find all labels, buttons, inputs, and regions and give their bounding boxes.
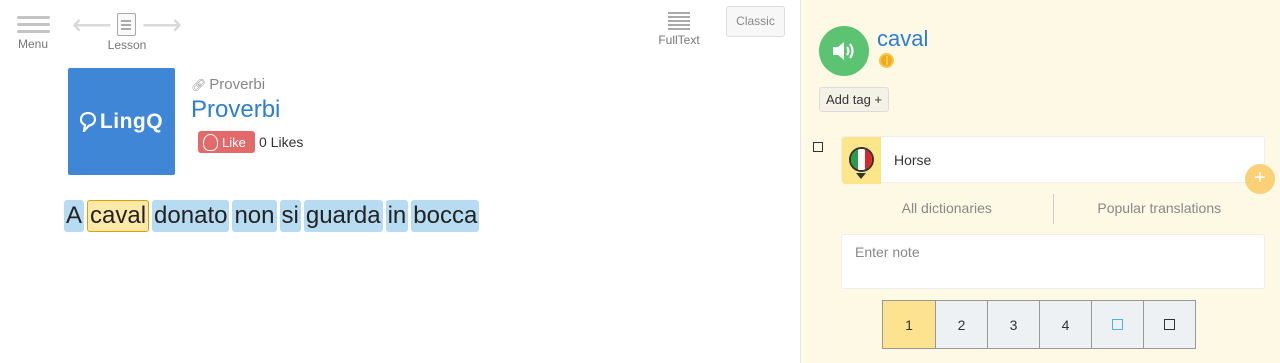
hint-row[interactable]: Horse [841, 136, 1265, 184]
lesson-logo: LingQ [68, 68, 175, 175]
next-lesson-arrow-icon[interactable]: ⟶ [142, 11, 182, 39]
ignore-square-icon [1164, 319, 1175, 330]
add-hint-button[interactable]: + [1245, 164, 1275, 194]
word[interactable]: A [64, 200, 85, 232]
logo-wordmark: LingQ [99, 109, 164, 133]
dictionary-tabs: All dictionaries Popular translations [841, 194, 1265, 224]
word[interactable]: in [385, 200, 409, 232]
hint-text: Horse [894, 152, 932, 168]
lesson-label: Lesson [107, 38, 147, 52]
fulltext-label: FullText [658, 33, 700, 47]
status-ignore-button[interactable] [1143, 301, 1195, 348]
menu-label: Menu [17, 37, 49, 51]
status-3-button[interactable]: 3 [987, 301, 1039, 348]
text-lines-icon [668, 12, 690, 30]
term-panel: caval Add tag + Horse + All dictionaries… [801, 0, 1280, 363]
rose-icon [203, 133, 218, 151]
fulltext-button[interactable]: FullText [655, 12, 703, 47]
word[interactable]: bocca [411, 200, 480, 232]
add-tag-button[interactable]: Add tag + [819, 87, 890, 112]
like-button[interactable]: Like [198, 131, 255, 153]
word[interactable]: donato [152, 200, 230, 232]
hint-checkbox[interactable] [813, 142, 823, 152]
lingq-logo-icon [79, 111, 96, 132]
word-active[interactable]: caval [87, 200, 150, 232]
word[interactable]: non [232, 200, 277, 232]
status-2-button[interactable]: 2 [935, 301, 987, 348]
hamburger-icon [16, 16, 50, 33]
document-icon[interactable] [117, 13, 136, 36]
lesson-title: Proverbi [191, 96, 281, 123]
chevron-down-icon [856, 173, 866, 179]
word[interactable]: guarda [303, 200, 383, 232]
speaker-icon [833, 42, 854, 60]
like-row: Like 0 Likes [198, 131, 303, 153]
term-word: caval [877, 26, 929, 51]
lesson-sentence: A caval donato non si guarda in bocca [64, 200, 480, 232]
likes-count: 0 Likes [259, 134, 304, 150]
plus-icon: + [1254, 167, 1266, 189]
course-link[interactable]: 🔗︎ Proverbi [191, 76, 265, 93]
status-4-button[interactable]: 4 [1039, 301, 1091, 348]
word[interactable]: si [279, 200, 301, 232]
status-1-button[interactable]: 1 [883, 301, 935, 348]
menu-button[interactable]: Menu [16, 16, 50, 51]
previous-lesson-arrow-icon[interactable]: ⟵ [72, 11, 112, 39]
status-known-button[interactable] [1091, 301, 1143, 348]
tab-popular-translations[interactable]: Popular translations [1054, 194, 1266, 224]
note-input[interactable] [855, 244, 1251, 260]
language-flag-cell[interactable] [842, 137, 881, 184]
italy-flag-icon [849, 147, 874, 172]
course-name: Proverbi [209, 76, 266, 93]
tab-all-dictionaries[interactable]: All dictionaries [841, 194, 1053, 224]
play-audio-button[interactable] [819, 26, 869, 76]
classic-mode-button[interactable]: Classic [726, 6, 785, 37]
coin-icon [879, 53, 894, 68]
lesson-navigation: ⟵ ⟶ Lesson [72, 11, 182, 56]
lesson-reader-panel: Menu ⟵ ⟶ Lesson FullText Classic LingQ 🔗… [0, 0, 801, 363]
like-label: Like [222, 134, 246, 150]
status-selector: 1 2 3 4 [882, 300, 1196, 349]
link-icon: 🔗︎ [191, 78, 207, 92]
note-field[interactable] [841, 234, 1265, 289]
known-square-icon [1112, 319, 1123, 330]
